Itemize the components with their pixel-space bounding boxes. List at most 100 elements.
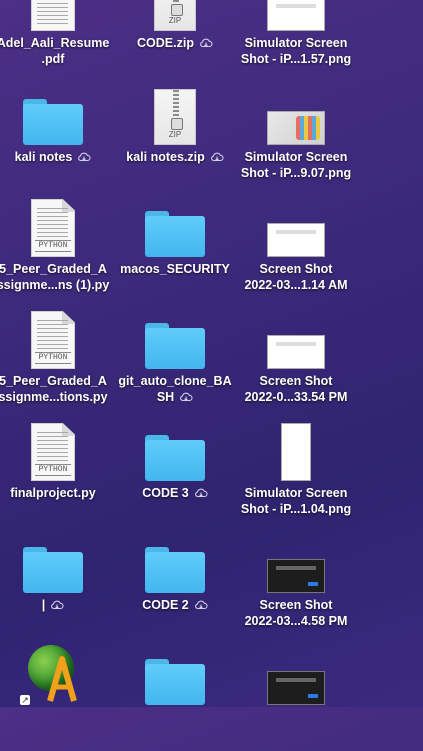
- screenshot-thumbnail-icon: [281, 423, 311, 481]
- item-label-text: Screen Shot 2022-03...4.58 PM: [244, 598, 348, 628]
- item-label: Simulator Screen Shot - iP...1.04.png: [235, 485, 357, 517]
- item-label-text: CODE 3: [142, 486, 189, 500]
- item-icon-wrapper: [235, 305, 357, 369]
- desktop-item[interactable]: CODE 2: [114, 529, 236, 639]
- desktop-item[interactable]: ↗: [0, 641, 114, 751]
- desktop-item[interactable]: kali notes: [0, 81, 114, 191]
- item-label-text: Simulator Screen Shot - iP...9.07.png: [240, 150, 352, 180]
- desktop-item[interactable]: Adel_Aali_Resume .pdf: [0, 0, 114, 77]
- folder-icon: [23, 99, 83, 145]
- item-icon-wrapper: PYTHON: [0, 193, 114, 257]
- item-label-text: Screen Shot 2022-0...33.54 PM: [244, 374, 348, 404]
- desktop-item[interactable]: [114, 641, 236, 751]
- screenshot-thumbnail-icon: [267, 223, 325, 257]
- zip-archive-icon: ZIP: [154, 0, 196, 31]
- item-label: |: [0, 597, 114, 613]
- item-icon-wrapper: ZIP: [114, 0, 236, 31]
- desktop-item[interactable]: PYTHON finalproject.py: [0, 417, 114, 527]
- desktop-item[interactable]: Simulator Screen Shot - iP...9.07.png: [235, 81, 357, 191]
- item-icon-wrapper: [235, 0, 357, 31]
- item-label: CODE 2: [114, 597, 236, 613]
- desktop-item[interactable]: macos_SECURITY: [114, 193, 236, 303]
- icloud-download-icon: [180, 392, 193, 402]
- item-label-text: Adel_Aali_Resume .pdf: [0, 36, 110, 66]
- screenshot-thumbnail-icon: [267, 0, 325, 31]
- item-label: kali notes.zip: [114, 149, 236, 165]
- item-icon-wrapper: ↗: [0, 641, 114, 705]
- item-icon-wrapper: PYTHON: [0, 417, 114, 481]
- icloud-download-icon: [78, 152, 91, 162]
- item-icon-wrapper: [0, 529, 114, 593]
- item-icon-wrapper: ZIP: [114, 81, 236, 145]
- item-label-text: |: [41, 598, 46, 612]
- item-label-text: kali notes.zip: [126, 150, 205, 164]
- desktop-item[interactable]: [235, 641, 357, 751]
- desktop-item[interactable]: Simulator Screen Shot - iP...1.57.png: [235, 0, 357, 77]
- folder-icon: [145, 323, 205, 369]
- item-label-text: 5_Peer_Graded_A ssignme...ns (1).py: [0, 262, 110, 292]
- item-icon-wrapper: PYTHON: [0, 305, 114, 369]
- item-label-text: macos_SECURITY: [120, 262, 230, 276]
- item-label-text: Screen Shot 2022-03...1.14 AM: [244, 262, 348, 292]
- desktop-item[interactable]: Screen Shot 2022-03...4.58 PM: [235, 529, 357, 639]
- screenshot-thumbnail-icon: [267, 559, 325, 593]
- item-icon-wrapper: [235, 81, 357, 145]
- item-label: git_auto_clone_BA SH: [114, 373, 236, 405]
- item-label: CODE.zip: [114, 35, 236, 51]
- item-icon-wrapper: [235, 193, 357, 257]
- item-label: 5_Peer_Graded_A ssignme...ns (1).py: [0, 261, 114, 293]
- item-label-text: finalproject.py: [10, 486, 96, 500]
- folder-icon: [145, 211, 205, 257]
- item-label: Simulator Screen Shot - iP...1.57.png: [235, 35, 357, 67]
- item-label-text: kali notes: [14, 150, 73, 164]
- item-label: kali notes: [0, 149, 114, 165]
- screenshot-thumbnail-icon: [267, 335, 325, 369]
- zip-archive-icon: ZIP: [154, 89, 196, 145]
- item-label-text: CODE.zip: [137, 36, 194, 50]
- item-label: finalproject.py: [0, 485, 114, 501]
- item-label: Adel_Aali_Resume .pdf: [0, 35, 114, 67]
- item-label-text: git_auto_clone_BA SH: [118, 374, 232, 404]
- item-icon-wrapper: [235, 529, 357, 593]
- item-icon-wrapper: [114, 193, 236, 257]
- pdf-document-icon: [31, 0, 75, 31]
- icloud-download-icon: [210, 152, 224, 162]
- icloud-download-icon: [51, 600, 64, 610]
- desktop-item[interactable]: PYTHON 5_Peer_Graded_A ssignme...ns (1).p…: [0, 193, 114, 303]
- item-icon-wrapper: [235, 641, 357, 705]
- item-label-text: 5_Peer_Graded_A ssignme...tions.py: [0, 374, 108, 404]
- desktop-item[interactable]: Simulator Screen Shot - iP...1.04.png: [235, 417, 357, 527]
- item-label-text: CODE 2: [142, 598, 189, 612]
- folder-icon: [23, 547, 83, 593]
- screenshot-thumbnail-icon: [267, 111, 325, 145]
- desktop-item[interactable]: ZIP kali notes.zip: [114, 81, 236, 191]
- desktop-item[interactable]: ZIP CODE.zip: [114, 0, 236, 77]
- item-label: Screen Shot 2022-0...33.54 PM: [235, 373, 357, 405]
- item-icon-wrapper: [0, 0, 114, 31]
- desktop-item[interactable]: git_auto_clone_BA SH: [114, 305, 236, 415]
- item-label-text: Simulator Screen Shot - iP...1.57.png: [240, 36, 352, 66]
- item-icon-wrapper: [114, 641, 236, 705]
- screenshot-thumbnail-icon: [267, 671, 325, 705]
- desktop-item[interactable]: Screen Shot 2022-03...1.14 AM: [235, 193, 357, 303]
- desktop-item[interactable]: CODE 3: [114, 417, 236, 527]
- python-file-icon: PYTHON: [31, 199, 75, 257]
- item-icon-wrapper: [235, 417, 357, 481]
- item-icon-wrapper: [114, 529, 236, 593]
- folder-icon: [145, 435, 205, 481]
- desktop-item[interactable]: Screen Shot 2022-0...33.54 PM: [235, 305, 357, 415]
- folder-icon: [145, 659, 205, 705]
- app-alias-globe-icon: ↗: [20, 643, 84, 705]
- item-label: Simulator Screen Shot - iP...9.07.png: [235, 149, 357, 181]
- alias-arrow-icon: ↗: [20, 695, 30, 705]
- desktop-item[interactable]: PYTHON 5_Peer_Graded_A ssignme...tions.py: [0, 305, 114, 415]
- folder-icon: [145, 547, 205, 593]
- python-file-icon: PYTHON: [31, 423, 75, 481]
- item-icon-wrapper: [114, 417, 236, 481]
- icloud-download-icon: [200, 38, 213, 48]
- item-label: Screen Shot 2022-03...4.58 PM: [235, 597, 357, 629]
- item-icon-wrapper: [114, 305, 236, 369]
- item-label-text: Simulator Screen Shot - iP...1.04.png: [240, 486, 352, 516]
- desktop-item[interactable]: |: [0, 529, 114, 639]
- python-file-icon: PYTHON: [31, 311, 75, 369]
